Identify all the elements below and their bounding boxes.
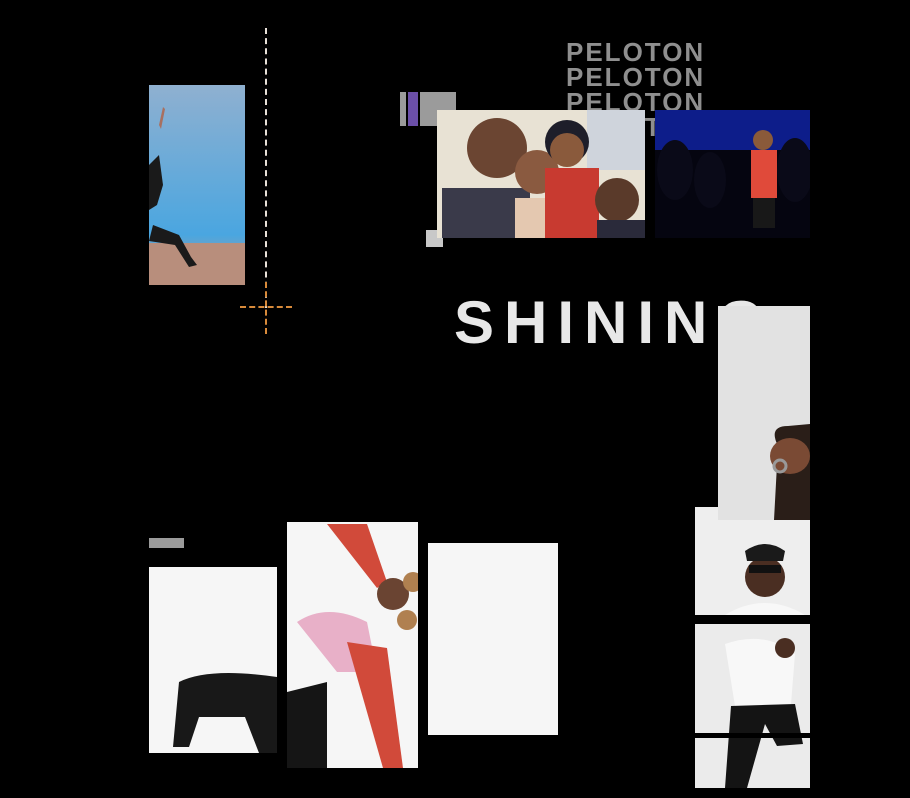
decor-bar <box>400 92 406 126</box>
dancer-red-top-photo <box>287 522 418 768</box>
montage-canvas: PELOTON PELOTON PELOTON PELOTON <box>0 0 910 798</box>
blank-white-panel <box>428 543 558 735</box>
decor-bar <box>408 92 418 126</box>
hand-ring-closeup-photo <box>718 306 810 520</box>
family-selfie-photo <box>437 110 645 238</box>
decor-bar <box>149 538 184 548</box>
dancer-blue-stage-photo <box>149 85 245 285</box>
crosshair-vertical <box>265 282 267 334</box>
instructor-sunglasses-photo <box>695 507 810 615</box>
instructor-stage-photo <box>655 110 810 238</box>
decor-divider <box>695 733 810 738</box>
dancing-man-white-shirt-photo <box>695 624 810 788</box>
dancer-black-pants-photo <box>149 567 277 753</box>
dashed-guide-line <box>265 28 267 308</box>
